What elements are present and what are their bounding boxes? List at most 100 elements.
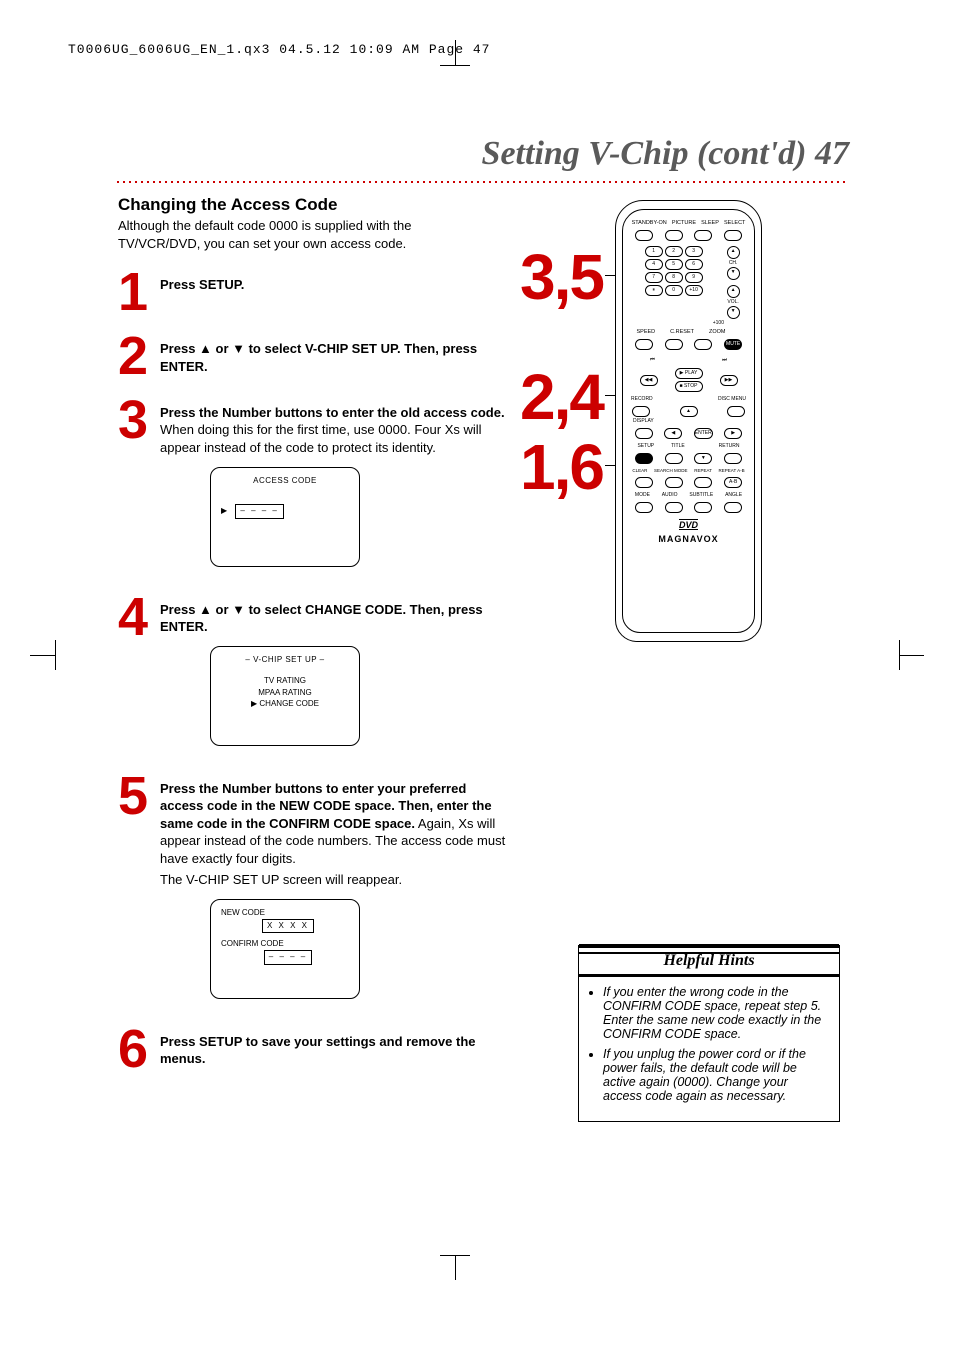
print-header: T0006UG_6006UG_EN_1.qx3 04.5.12 10:09 AM…: [68, 42, 490, 57]
nav-left[interactable]: ◀: [664, 428, 682, 439]
num-0[interactable]: 0: [665, 285, 683, 296]
remote-label: REPEAT: [694, 468, 712, 473]
num-8[interactable]: 8: [665, 272, 683, 283]
remote-label: RECORD: [631, 396, 653, 402]
osd-input: – – – –: [235, 504, 283, 519]
return-button[interactable]: [724, 453, 742, 464]
step-number: 4: [118, 595, 160, 641]
intro-text: Although the default code 0000 is suppli…: [118, 217, 458, 252]
ffwd-button[interactable]: ▶▶: [720, 375, 738, 386]
enter-button[interactable]: ENTER: [694, 428, 713, 439]
remote-label: SUBTITLE: [689, 492, 713, 498]
remote-label: SELECT: [724, 220, 745, 226]
setup-button[interactable]: [635, 453, 653, 464]
nav-down[interactable]: ▼: [694, 453, 712, 464]
callout-1-6: 1,6: [520, 430, 603, 504]
hints-title: Helpful Hints: [579, 948, 839, 975]
num-5[interactable]: 5: [665, 259, 683, 270]
picture-button[interactable]: [665, 230, 683, 241]
record-button[interactable]: [632, 406, 650, 417]
remote-label: VOL.: [718, 299, 748, 305]
remote-label: AUDIO: [662, 492, 678, 498]
osd-title: – V-CHIP SET UP –: [221, 655, 349, 666]
search-mode-button[interactable]: [665, 477, 683, 488]
step-number: 5: [118, 774, 160, 820]
mute-button[interactable]: MUTE: [724, 339, 742, 350]
skip-back-icon: ⏮: [650, 357, 655, 364]
disc-menu-button[interactable]: [727, 406, 745, 417]
ch-up[interactable]: ▲: [727, 246, 740, 259]
num-6[interactable]: 6: [685, 259, 703, 270]
angle-button[interactable]: [724, 502, 742, 513]
repeat-button[interactable]: [694, 477, 712, 488]
plus100-button[interactable]: ⏸: [645, 285, 663, 296]
brand-logo: MAGNAVOX: [623, 534, 754, 544]
vol-down[interactable]: ▼: [727, 306, 740, 319]
remote-control: STANDBY-ON PICTURE SLEEP SELECT 123 456 …: [615, 200, 762, 642]
osd-line: TV RATING: [221, 675, 349, 686]
repeat-ab-button[interactable]: A-B: [724, 477, 742, 488]
hint-item: If you unplug the power cord or if the p…: [603, 1047, 829, 1103]
remote-label: SLEEP: [701, 220, 719, 226]
callout-2-4: 2,4: [520, 360, 603, 434]
display-button[interactable]: [635, 428, 653, 439]
crop-mark-right: [874, 640, 924, 670]
step-number: 3: [118, 398, 160, 444]
audio-button[interactable]: [665, 502, 683, 513]
osd-vchip-menu: – V-CHIP SET UP – TV RATING MPAA RATING …: [210, 646, 360, 746]
remote-label: ANGLE: [725, 492, 742, 498]
osd-access-code: ACCESS CODE ▶ – – – –: [210, 467, 360, 567]
mode-button[interactable]: [635, 502, 653, 513]
ch-down[interactable]: ▼: [727, 267, 740, 280]
num-7[interactable]: 7: [645, 272, 663, 283]
remote-label: MODE: [635, 492, 650, 498]
osd-new-code: NEW CODE X X X X CONFIRM CODE – – – –: [210, 899, 360, 999]
step-text: Press ▲ or ▼ to select CHANGE CODE. Then…: [160, 602, 483, 635]
vol-up[interactable]: ▲: [727, 285, 740, 298]
callout-3-5: 3,5: [520, 240, 603, 314]
remote-label: ZOOM: [709, 329, 726, 335]
crop-mark-top: [440, 40, 470, 90]
osd-line: ▶ CHANGE CODE: [221, 698, 349, 709]
remote-label: SPEED: [637, 329, 656, 335]
title-button[interactable]: [665, 453, 683, 464]
clear-button[interactable]: [635, 477, 653, 488]
standby-button[interactable]: [635, 230, 653, 241]
num-2[interactable]: 2: [665, 246, 683, 257]
step-text-bold: Press the Number buttons to enter the ol…: [160, 405, 505, 420]
dvd-logo: DVD: [623, 520, 754, 530]
num-1[interactable]: 1: [645, 246, 663, 257]
step-number: 1: [118, 270, 160, 316]
subtitle-button[interactable]: [694, 502, 712, 513]
num-4[interactable]: 4: [645, 259, 663, 270]
step-text: Press ▲ or ▼ to select V-CHIP SET UP. Th…: [160, 341, 477, 374]
remote-label: SETUP: [637, 443, 654, 449]
helpful-hints-box: Helpful Hints If you enter the wrong cod…: [578, 945, 840, 1122]
osd-input: – – – –: [264, 950, 312, 965]
speed-button[interactable]: [635, 339, 653, 350]
osd-line: MPAA RATING: [221, 687, 349, 698]
nav-up[interactable]: ▲: [680, 406, 698, 417]
zoom-button[interactable]: [694, 339, 712, 350]
osd-title: ACCESS CODE: [221, 476, 349, 487]
step-text: Press SETUP.: [160, 277, 244, 292]
remote-label: SEARCH MODE: [654, 468, 688, 473]
hint-item: If you enter the wrong code in the CONFI…: [603, 985, 829, 1041]
remote-label: TITLE: [671, 443, 685, 449]
remote-label: +100: [623, 320, 754, 326]
nav-right[interactable]: ▶: [724, 428, 742, 439]
remote-label: RETURN: [719, 443, 740, 449]
remote-label: CLEAR: [632, 468, 647, 473]
remote-label: STANDBY-ON: [632, 220, 667, 226]
step-text-rest: When doing this for the first time, use …: [160, 422, 482, 455]
select-button[interactable]: [724, 230, 742, 241]
plus10-button[interactable]: +10: [685, 285, 703, 296]
num-9[interactable]: 9: [685, 272, 703, 283]
sleep-button[interactable]: [694, 230, 712, 241]
osd-input: X X X X: [262, 919, 314, 934]
stop-button[interactable]: ■ STOP: [675, 381, 703, 392]
play-button[interactable]: ▶ PLAY: [675, 368, 703, 379]
num-3[interactable]: 3: [685, 246, 703, 257]
creset-button[interactable]: [665, 339, 683, 350]
rewind-button[interactable]: ◀◀: [640, 375, 658, 386]
